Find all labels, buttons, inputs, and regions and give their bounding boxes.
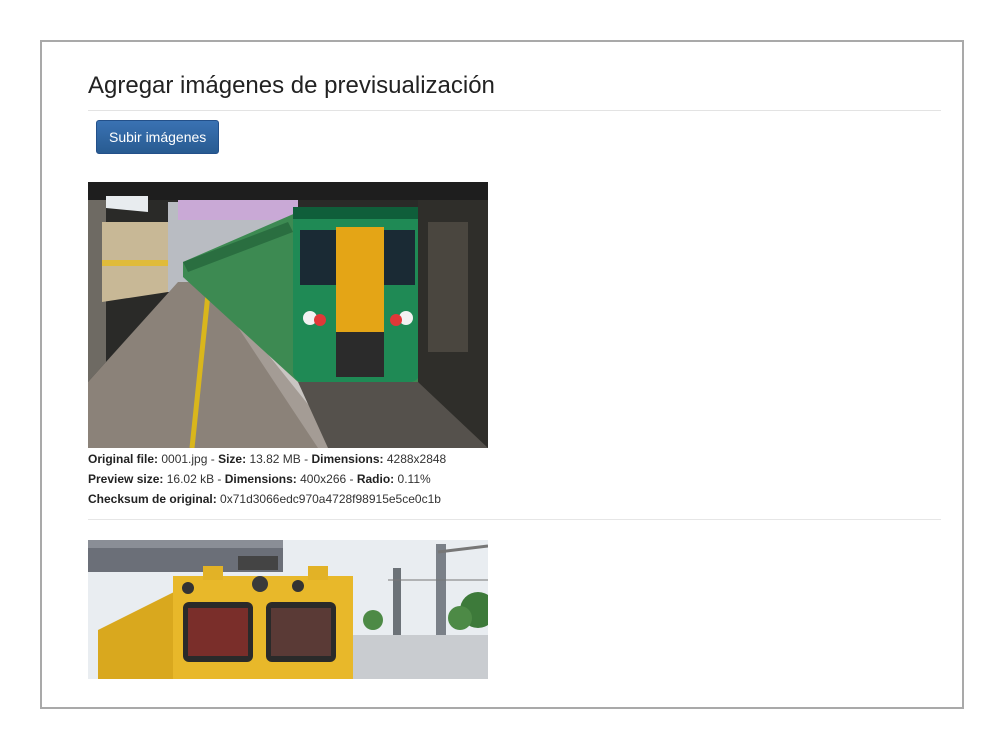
main-content: Agregar imágenes de previsualización Sub…	[88, 72, 941, 679]
page-title: Agregar imágenes de previsualización	[88, 72, 941, 111]
preview-size-value: 16.02 kB	[166, 472, 215, 486]
preview-image-yellow-train[interactable]	[88, 540, 488, 679]
size-label: Size:	[218, 452, 247, 466]
preview-metadata: Original file: 0001.jpg - Size: 13.82 MB…	[88, 449, 941, 509]
ratio-label: Radio:	[356, 472, 395, 486]
checksum-value: 0x71d3066edc970a4728f98915e5ce0c1b	[220, 492, 441, 506]
checksum-label: Checksum de original:	[88, 492, 217, 506]
preview-dimensions-label: Dimensions:	[224, 472, 297, 486]
original-file-line: Original file: 0001.jpg - Size: 13.82 MB…	[88, 452, 447, 466]
preview-size-label: Preview size:	[88, 472, 164, 486]
original-file-label: Original file:	[88, 452, 159, 466]
checksum-line: Checksum de original: 0x71d3066edc970a47…	[88, 489, 941, 509]
dimensions-value: 4288x2848	[386, 452, 447, 466]
preview-image-train-station[interactable]	[88, 182, 488, 448]
divider	[88, 519, 941, 520]
preview-item: Original file: 0001.jpg - Size: 13.82 MB…	[88, 182, 941, 509]
page-frame: Agregar imágenes de previsualización Sub…	[40, 40, 964, 709]
preview-dimensions-value: 400x266	[300, 472, 347, 486]
upload-images-button[interactable]: Subir imágenes	[96, 120, 220, 154]
preview-item	[88, 540, 941, 679]
preview-size-line: Preview size: 16.02 kB - Dimensions: 400…	[88, 472, 431, 486]
original-file-value: 0001.jpg	[161, 452, 208, 466]
dimensions-label: Dimensions:	[311, 452, 384, 466]
ratio-value: 0.11%	[397, 472, 431, 486]
size-value: 13.82 MB	[249, 452, 301, 466]
